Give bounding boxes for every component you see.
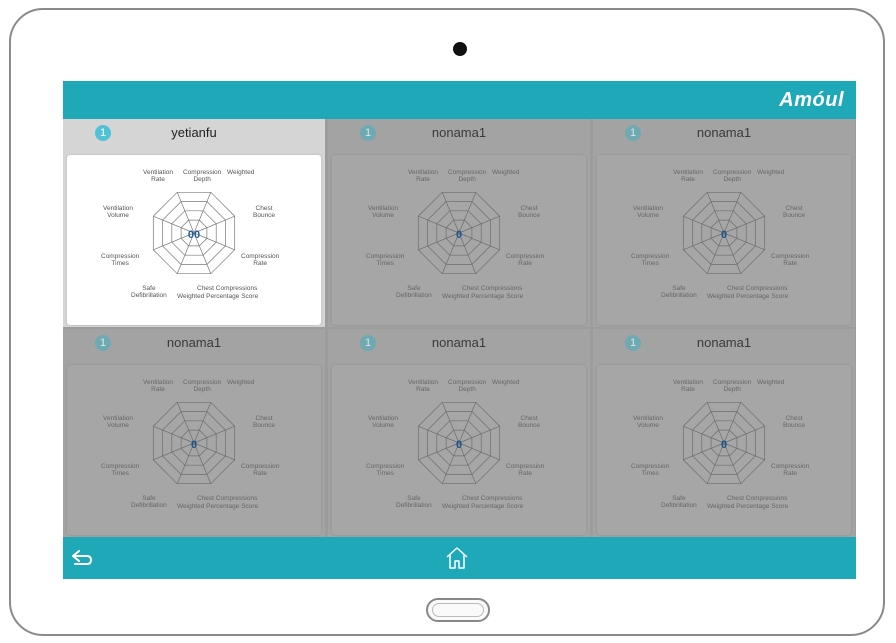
trainee-panel[interactable]: 1 yetianfu Ventilation Rate Compression Dep… — [63, 119, 325, 327]
label-safe-defibrillation: Safe Defibrillation — [396, 285, 432, 299]
center-score: 0 — [190, 439, 198, 451]
label-weighted-percentage-score: Weighted Percentage Score — [707, 503, 789, 510]
label-chest-bounce: Chest Bounce — [518, 205, 541, 219]
label-weighted-percentage-score: Weighted Percentage Score — [177, 293, 259, 300]
panel-header: 1 nonama1 — [328, 329, 590, 357]
label-compression-rate: Compression Rate — [241, 253, 280, 267]
trainee-name: nonama1 — [166, 335, 222, 350]
label-weighted: Weighted — [757, 379, 785, 386]
brand-logo: Amóul — [779, 89, 844, 111]
camera-icon — [453, 42, 467, 56]
label-compression-depth: Compression Depth — [183, 169, 222, 183]
panel-header: 1 nonama1 — [593, 119, 855, 147]
label-ventilation-volume: Ventilation Volume — [103, 205, 133, 219]
label-compression-times: Compression Times — [631, 253, 670, 267]
center-score: 0 — [720, 229, 728, 241]
radar-card: Ventilation Rate Compression Depth Weighte… — [597, 155, 851, 325]
label-safe-defibrillation: Safe Defibrillation — [396, 495, 432, 509]
label-compression-times: Compression Times — [631, 463, 670, 477]
trainee-panel[interactable]: 1 nonama1 Ventilation Rate Compression Dept… — [593, 119, 855, 327]
trainee-name: nonama1 — [696, 125, 752, 140]
label-compression-times: Compression Times — [366, 463, 405, 477]
label-compression-rate: Compression Rate — [771, 463, 810, 477]
label-ventilation-rate: Ventilation Rate — [408, 379, 438, 393]
label-chest-bounce: Chest Bounce — [518, 415, 541, 429]
center-score: 0 — [455, 439, 463, 451]
hardware-home-button[interactable] — [426, 598, 490, 622]
label-safe-defibrillation: Safe Defibrillation — [661, 495, 697, 509]
trainee-panel[interactable]: 1 nonama1 Ventilation Rate Compression Dept… — [328, 119, 590, 327]
home-icon[interactable] — [444, 545, 470, 571]
label-compression-times: Compression Times — [101, 463, 140, 477]
label-compression-depth: Compression Depth — [713, 169, 752, 183]
panel-header: 1 nonama1 — [593, 329, 855, 357]
label-weighted-percentage-score: Weighted Percentage Score — [707, 293, 789, 300]
label-weighted-percentage-score: Weighted Percentage Score — [442, 293, 524, 300]
center-score: 00 — [187, 229, 201, 241]
trainee-name: nonama1 — [431, 335, 487, 350]
trainee-grid: 1 yetianfu Ventilation Rate Compression Dep… — [63, 119, 856, 537]
label-compression-rate: Compression Rate — [506, 253, 545, 267]
label-compression-depth: Compression Depth — [448, 169, 487, 183]
label-ventilation-volume: Ventilation Volume — [368, 415, 398, 429]
label-compression-depth: Compression Depth — [713, 379, 752, 393]
trainee-name: nonama1 — [696, 335, 752, 350]
label-compression-depth: Compression Depth — [183, 379, 222, 393]
label-chest-bounce: Chest Bounce — [783, 205, 806, 219]
label-compression-rate: Compression Rate — [506, 463, 545, 477]
label-ventilation-volume: Ventilation Volume — [633, 415, 663, 429]
label-ventilation-rate: Ventilation Rate — [408, 169, 438, 183]
panel-header: 1 nonama1 — [63, 329, 325, 357]
label-compression-rate: Compression Rate — [241, 463, 280, 477]
panel-header: 1 yetianfu — [63, 119, 325, 147]
radar-card: Ventilation Rate Compression Depth Weighte… — [67, 365, 321, 535]
label-weighted-percentage-score: Weighted Percentage Score — [442, 503, 524, 510]
label-compression-times: Compression Times — [101, 253, 140, 267]
label-safe-defibrillation: Safe Defibrillation — [131, 285, 167, 299]
label-ventilation-rate: Ventilation Rate — [673, 379, 703, 393]
trainee-panel[interactable]: 1 nonama1 Ventilation Rate Compression Dept… — [63, 329, 325, 537]
trainee-name: yetianfu — [171, 125, 217, 140]
label-ventilation-volume: Ventilation Volume — [633, 205, 663, 219]
label-ventilation-rate: Ventilation Rate — [143, 379, 173, 393]
label-compression-depth: Compression Depth — [448, 379, 487, 393]
label-weighted: Weighted — [492, 169, 520, 176]
label-safe-defibrillation: Safe Defibrillation — [661, 285, 697, 299]
label-chest-compressions: Chest Compressions — [197, 495, 258, 502]
back-arrow-icon[interactable] — [69, 547, 95, 569]
label-chest-compressions: Chest Compressions — [727, 285, 788, 292]
header-bar: Amóul — [63, 81, 856, 119]
label-chest-compressions: Chest Compressions — [462, 285, 523, 292]
radar-card: Ventilation Rate Compression Depth Weighte… — [597, 365, 851, 535]
center-score: 0 — [455, 229, 463, 241]
label-ventilation-volume: Ventilation Volume — [368, 205, 398, 219]
label-safe-defibrillation: Safe Defibrillation — [131, 495, 167, 509]
radar-card: Ventilation Rate Compression Depth Weighte… — [332, 365, 586, 535]
label-ventilation-volume: Ventilation Volume — [103, 415, 133, 429]
label-compression-rate: Compression Rate — [771, 253, 810, 267]
label-ventilation-rate: Ventilation Rate — [673, 169, 703, 183]
label-chest-compressions: Chest Compressions — [197, 285, 258, 292]
label-weighted-percentage-score: Weighted Percentage Score — [177, 503, 259, 510]
trainee-panel[interactable]: 1 nonama1 Ventilation Rate Compression Dept… — [593, 329, 855, 537]
radar-card: Ventilation Rate Compression Depth Weighte… — [67, 155, 321, 325]
app-screen: Amóul 1 yetianfu Ventilation Rate Compressi… — [63, 81, 856, 579]
label-ventilation-rate: Ventilation Rate — [143, 169, 173, 183]
label-chest-bounce: Chest Bounce — [253, 205, 276, 219]
footer-bar — [63, 537, 856, 579]
label-weighted: Weighted — [227, 379, 255, 386]
label-weighted: Weighted — [492, 379, 520, 386]
label-chest-bounce: Chest Bounce — [253, 415, 276, 429]
radar-card: Ventilation Rate Compression Depth Weighte… — [332, 155, 586, 325]
panel-header: 1 nonama1 — [328, 119, 590, 147]
label-chest-compressions: Chest Compressions — [727, 495, 788, 502]
label-compression-times: Compression Times — [366, 253, 405, 267]
trainee-name: nonama1 — [431, 125, 487, 140]
trainee-panel[interactable]: 1 nonama1 Ventilation Rate Compression Dept… — [328, 329, 590, 537]
label-weighted: Weighted — [227, 169, 255, 176]
center-score: 0 — [720, 439, 728, 451]
label-chest-compressions: Chest Compressions — [462, 495, 523, 502]
label-chest-bounce: Chest Bounce — [783, 415, 806, 429]
label-weighted: Weighted — [757, 169, 785, 176]
